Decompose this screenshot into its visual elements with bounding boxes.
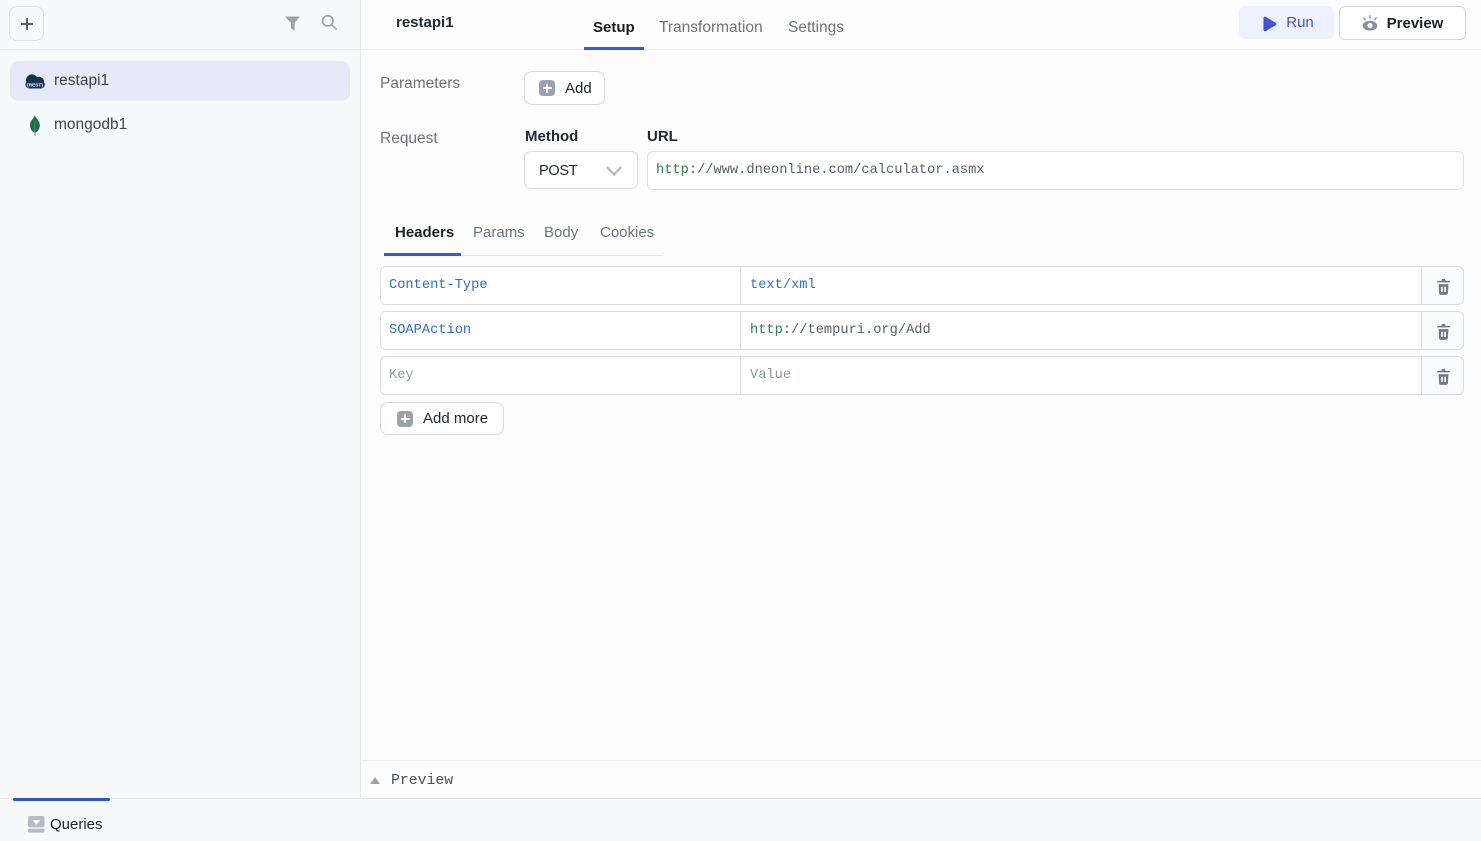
svg-text:{REST}: {REST} [27,82,43,87]
